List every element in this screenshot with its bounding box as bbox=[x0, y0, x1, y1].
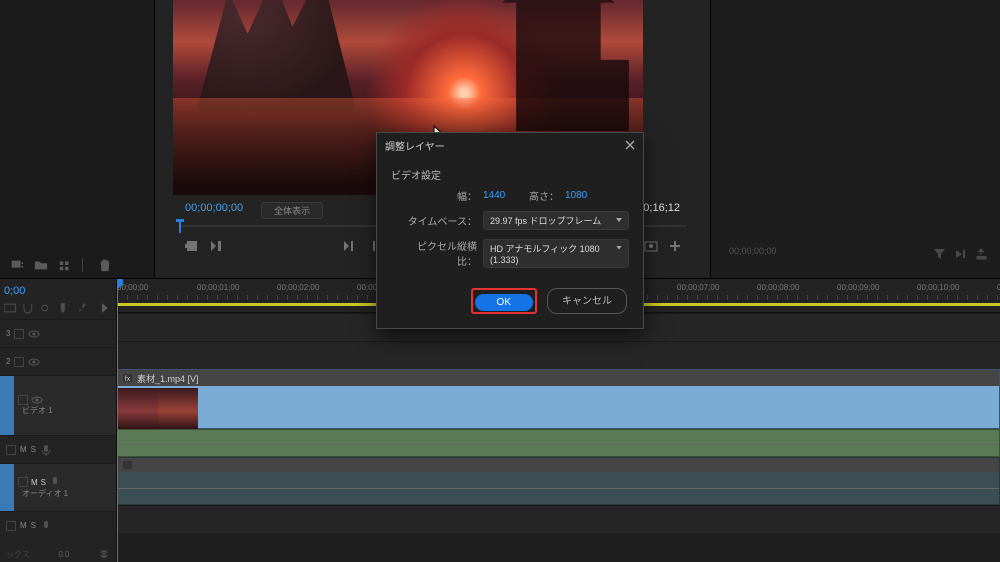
solo-label[interactable]: S bbox=[31, 521, 36, 530]
track-header-v2[interactable]: 2 bbox=[0, 347, 116, 375]
step-icon[interactable] bbox=[954, 248, 967, 260]
ruler-label: 00;00;10;00 bbox=[917, 283, 959, 292]
timeline-playhead-time[interactable]: 0;00 bbox=[0, 279, 116, 299]
chevron-right-icon[interactable] bbox=[98, 301, 112, 315]
dialog-section-label: ビデオ設定 bbox=[391, 167, 629, 182]
par-label: ピクセル縦横比： bbox=[403, 238, 483, 268]
mark-in-icon[interactable] bbox=[209, 239, 223, 253]
eye-icon[interactable] bbox=[28, 357, 40, 367]
video-clip[interactable]: fx 素材_1.mp4 [V] bbox=[117, 369, 1000, 429]
track-lock-icon[interactable] bbox=[14, 357, 24, 367]
mic-icon[interactable] bbox=[40, 444, 52, 456]
mute-label[interactable]: M bbox=[31, 478, 38, 487]
track-lock-icon[interactable] bbox=[6, 521, 16, 531]
dialog-titlebar[interactable]: 調整レイヤー bbox=[377, 133, 643, 157]
track-a1-target[interactable] bbox=[0, 464, 14, 511]
timebase-select[interactable]: 29.97 fps ドロップフレーム bbox=[483, 211, 629, 230]
source-panel bbox=[0, 0, 155, 278]
adjustment-layer-dialog: 調整レイヤー ビデオ設定 幅： 1440 高さ： 1080 タイムベース： 29… bbox=[376, 132, 644, 329]
track-v1-target[interactable] bbox=[0, 376, 14, 435]
timeline-bottom-value: 0.0 bbox=[58, 550, 69, 559]
track-header-a2[interactable]: M S bbox=[0, 511, 116, 539]
timeline-bottom-label: ックス bbox=[6, 549, 30, 560]
eye-icon[interactable] bbox=[28, 329, 40, 339]
track-header-a1[interactable]: M S オーディオ 1 bbox=[0, 463, 116, 511]
clip-thumbnail bbox=[118, 388, 198, 430]
folder-icon[interactable] bbox=[34, 258, 48, 272]
playhead[interactable] bbox=[117, 279, 118, 562]
solo-label[interactable]: S bbox=[41, 478, 46, 487]
link-icon[interactable] bbox=[98, 548, 110, 560]
audio-clip-a[interactable] bbox=[117, 429, 1000, 457]
track-a1-label: オーディオ 1 bbox=[22, 488, 68, 499]
program-tc-left[interactable]: 00;00;00;00 bbox=[185, 202, 243, 219]
wrench-icon[interactable] bbox=[75, 302, 87, 314]
track-v3-number: 3 bbox=[6, 329, 10, 338]
eye-icon[interactable] bbox=[31, 395, 43, 405]
mark-in-button-icon[interactable] bbox=[342, 239, 356, 253]
new-item-icon[interactable] bbox=[10, 258, 24, 272]
width-label: 幅： bbox=[403, 188, 483, 203]
solo-label[interactable]: S bbox=[31, 445, 36, 454]
track-lock-icon[interactable] bbox=[18, 477, 28, 487]
track-lock-icon[interactable] bbox=[14, 329, 24, 339]
track-a2-lane[interactable] bbox=[117, 505, 1000, 533]
mic-icon[interactable] bbox=[49, 476, 61, 488]
add-marker-icon[interactable] bbox=[185, 239, 199, 253]
marker-add-icon[interactable] bbox=[57, 302, 69, 314]
mute-label[interactable]: M bbox=[20, 521, 27, 530]
cancel-button[interactable]: キャンセル bbox=[547, 288, 627, 314]
mini-playhead[interactable] bbox=[179, 221, 181, 233]
height-label: 高さ： bbox=[527, 188, 565, 203]
track-v2-number: 2 bbox=[6, 357, 10, 366]
linked-selection-icon[interactable] bbox=[39, 302, 51, 314]
track-lock-icon[interactable] bbox=[18, 395, 28, 405]
right-side-panel: 00;00;00;00 bbox=[710, 0, 1000, 278]
clip-name: 素材_1.mp4 [V] bbox=[137, 372, 199, 385]
ruler-label: 00;00;08;00 bbox=[757, 283, 799, 292]
nest-icon[interactable] bbox=[4, 302, 16, 314]
source-toolbar bbox=[0, 252, 154, 278]
mute-label[interactable]: M bbox=[20, 445, 27, 454]
par-select[interactable]: HD アナモルフィック 1080 (1.333) bbox=[483, 239, 629, 268]
track-v2-lane[interactable] bbox=[117, 341, 1000, 369]
height-input[interactable]: 1080 bbox=[565, 190, 609, 201]
fx-badge-icon bbox=[122, 460, 133, 470]
timebase-label: タイムベース： bbox=[403, 213, 483, 228]
ruler-label: 00;00;01;00 bbox=[197, 283, 239, 292]
fx-badge-icon: fx bbox=[122, 373, 133, 383]
ruler-label: 00;00;07;00 bbox=[677, 283, 719, 292]
settings-plus-icon[interactable] bbox=[668, 239, 682, 253]
snap-icon[interactable] bbox=[22, 302, 34, 314]
dialog-title-text: 調整レイヤー bbox=[385, 138, 445, 153]
svg-text:fx: fx bbox=[125, 376, 131, 383]
right-panel-tc: 00;00;00;00 bbox=[729, 246, 777, 256]
track-header-v3[interactable]: 3 bbox=[0, 319, 116, 347]
export-frame-icon[interactable] bbox=[644, 239, 658, 253]
export-icon[interactable] bbox=[975, 248, 988, 260]
funnel-icon[interactable] bbox=[933, 248, 946, 260]
bin-icon[interactable] bbox=[58, 258, 72, 272]
mic-icon[interactable] bbox=[40, 520, 52, 532]
trash-icon[interactable] bbox=[98, 258, 112, 272]
width-input[interactable]: 1440 bbox=[483, 190, 527, 201]
track-header-v1[interactable]: ビデオ 1 bbox=[0, 375, 116, 435]
track-lock-icon[interactable] bbox=[6, 445, 16, 455]
ok-button[interactable]: OK bbox=[475, 294, 533, 311]
ok-button-highlight: OK bbox=[471, 288, 537, 314]
ruler-label: 00;00;02;00 bbox=[277, 283, 319, 292]
audio-clip-a1[interactable] bbox=[117, 457, 1000, 505]
zoom-fit-dropdown[interactable]: 全体表示 bbox=[261, 202, 323, 219]
close-icon[interactable] bbox=[623, 138, 637, 152]
timeline-track-headers: 0;00 3 2 bbox=[0, 279, 117, 562]
track-v1-label: ビデオ 1 bbox=[22, 405, 53, 416]
ruler-label: 00;00;09;00 bbox=[837, 283, 879, 292]
track-header-a-aux[interactable]: M S bbox=[0, 435, 116, 463]
